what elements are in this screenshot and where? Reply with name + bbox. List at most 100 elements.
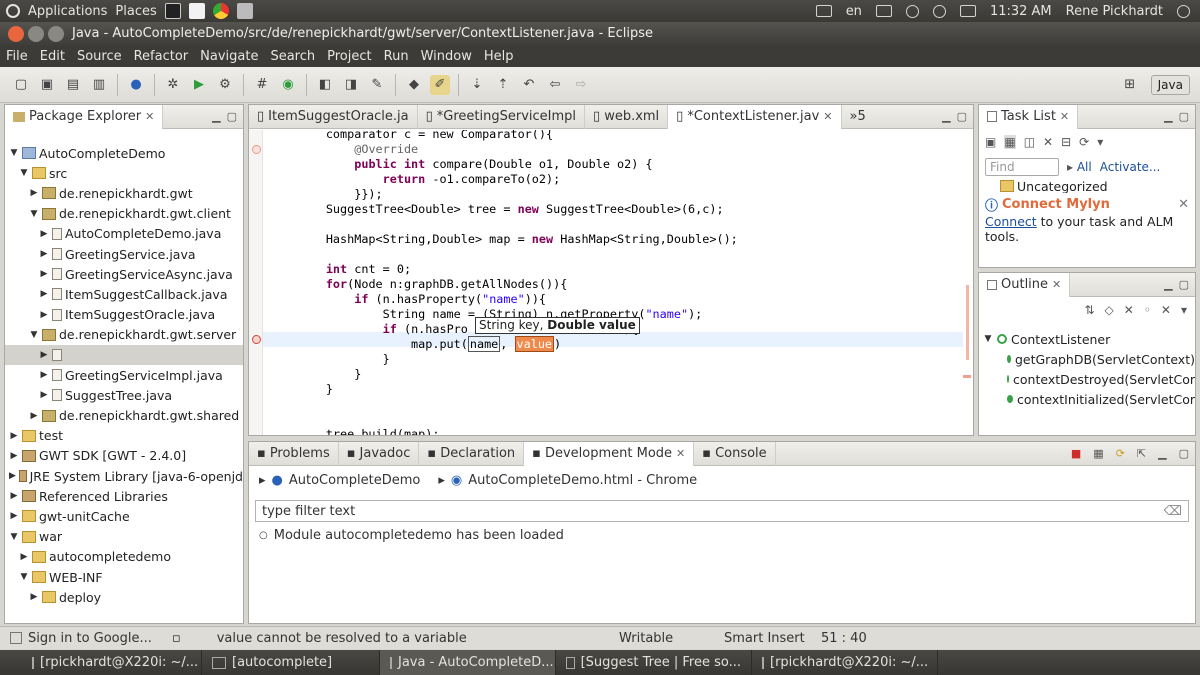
code-line[interactable]: }	[269, 382, 333, 397]
chrome-launcher-icon[interactable]	[212, 3, 229, 19]
expand-toggle-icon[interactable]: ▶	[29, 592, 39, 602]
tree-item[interactable]: ▼ WEB-INF	[5, 567, 243, 587]
code-line[interactable]: for(Node n:graphDB.getAllNodes()){	[269, 277, 568, 292]
expand-toggle-icon[interactable]: ▶	[19, 552, 29, 562]
tree-item[interactable]: ▼ de.renepickhardt.gwt.server	[5, 325, 243, 345]
expand-toggle-icon[interactable]: ▶	[39, 249, 49, 259]
annotation-icon[interactable]: ◆	[404, 75, 424, 95]
pin-icon[interactable]: ⇱	[1137, 447, 1146, 460]
code-line[interactable]: SuggestTree<Double> tree = new SuggestTr…	[269, 202, 724, 217]
minimize-view-icon[interactable]: ▁	[1164, 110, 1172, 123]
tree-item[interactable]: ▶ deploy	[5, 587, 243, 607]
expand-icon[interactable]: ▸	[259, 473, 266, 488]
tree-item[interactable]: ▶ de.renepickhardt.gwt.shared	[5, 405, 243, 425]
print-icon[interactable]: ▥	[89, 75, 109, 95]
expand-toggle-icon[interactable]: ▶	[39, 370, 49, 380]
code-line[interactable]: }});	[269, 187, 382, 202]
ubuntu-logo-icon[interactable]	[6, 4, 20, 18]
log-filter-input[interactable]: type filter text ⌫	[255, 500, 1189, 522]
window-titlebar[interactable]: Java - AutoCompleteDemo/src/de/renepickh…	[0, 22, 1200, 45]
maximize-view-icon[interactable]: ▢	[957, 110, 967, 123]
mark-occurrences-icon[interactable]: ✐	[430, 74, 450, 95]
code-line[interactable]: public int compare(Double o1, Double o2)…	[269, 157, 652, 172]
tree-item[interactable]: ▼ src	[5, 163, 243, 183]
tree-item[interactable]: ▶ test	[5, 426, 243, 446]
code-line[interactable]: map.put(name, value)	[269, 336, 561, 352]
view-menu-icon[interactable]: ▾	[1181, 303, 1187, 317]
minimize-window-button[interactable]	[28, 25, 44, 42]
forward-icon[interactable]: ⇨	[571, 75, 591, 95]
sync-icon[interactable]: ⟳	[1079, 135, 1089, 149]
user-menu[interactable]: Rene Pickhardt	[1066, 4, 1163, 19]
menu-search[interactable]: Search	[264, 49, 321, 64]
menu-project[interactable]: Project	[321, 49, 377, 64]
code-line[interactable]: @Override	[269, 142, 418, 157]
maximize-view-icon[interactable]: ▢	[1179, 110, 1189, 123]
code-line[interactable]: HashMap<String,Double> map = new HashMap…	[269, 232, 738, 247]
outline-class-row[interactable]: ▼ ContextListener	[979, 329, 1195, 349]
maximize-window-button[interactable]	[48, 25, 64, 42]
tree-item[interactable]: ▶ ContextListener.java	[5, 344, 243, 366]
expand-toggle-icon[interactable]: ▼	[29, 330, 39, 340]
hide-nonpublic-icon[interactable]: ◦	[1144, 303, 1151, 317]
maximize-view-icon[interactable]: ▢	[1179, 278, 1189, 291]
editor-tab-overflow[interactable]: »5	[842, 105, 874, 129]
tab-console[interactable]: ▪ Console	[694, 441, 776, 466]
tree-item[interactable]: ▼ AutoCompleteDemo	[5, 143, 243, 163]
all-filter-link[interactable]: ▸ All	[1067, 160, 1092, 174]
expand-toggle-icon[interactable]: ▼	[19, 168, 29, 178]
uncategorized-row[interactable]: Uncategorized	[979, 179, 1195, 193]
expand-toggle-icon[interactable]: ▶	[39, 289, 49, 299]
tab-declaration[interactable]: ▪ Declaration	[419, 441, 525, 466]
tree-item[interactable]: ▶ ItemSuggestOracle.java	[5, 305, 243, 325]
google-services-icon[interactable]: ●	[126, 75, 146, 95]
menu-navigate[interactable]: Navigate	[194, 49, 264, 64]
next-annotation-icon[interactable]: ⇣	[467, 75, 487, 95]
close-icon[interactable]: ✕	[676, 447, 685, 460]
back-icon[interactable]: ⇦	[545, 75, 565, 95]
hide-static-icon[interactable]: ✕	[1124, 303, 1134, 317]
crumb-project[interactable]: AutoCompleteDemo	[289, 473, 420, 488]
tree-item[interactable]: ▶ Referenced Libraries	[5, 486, 243, 506]
close-window-button[interactable]	[8, 25, 24, 42]
google-signin-link[interactable]: Sign in to Google...	[28, 631, 152, 646]
minimize-view-icon[interactable]: ▁	[212, 110, 220, 123]
tree-item[interactable]: ▶ ItemSuggestCallback.java	[5, 284, 243, 304]
expand-toggle-icon[interactable]: ▶	[9, 471, 16, 481]
expand-toggle-icon[interactable]: ▼	[9, 532, 19, 542]
debug-icon[interactable]: ✲	[163, 75, 183, 95]
collapse-all-icon[interactable]: ⊟	[1061, 135, 1071, 149]
open-perspective-icon[interactable]: ⊞	[1120, 75, 1140, 95]
code-line[interactable]: comparator c = new Comparator(){	[269, 130, 553, 142]
terminate-icon[interactable]: ■	[1071, 447, 1081, 460]
clear-filter-icon[interactable]: ⌫	[1164, 504, 1182, 519]
warning-marker-icon[interactable]	[252, 145, 261, 154]
external-tools-icon[interactable]: ⚙	[215, 75, 235, 95]
new-icon[interactable]: ▢	[11, 75, 31, 95]
expand-toggle-icon[interactable]: ▼	[19, 572, 29, 582]
tex-launcher-icon[interactable]	[188, 3, 205, 19]
applications-menu[interactable]: Applications	[28, 4, 107, 19]
hide-local-types-icon[interactable]: ✕	[1161, 303, 1171, 317]
bluetooth-icon[interactable]	[905, 4, 919, 18]
code-line[interactable]: tree.build(map);	[269, 427, 440, 435]
run-icon[interactable]: ▶	[189, 75, 209, 95]
menu-run[interactable]: Run	[378, 49, 415, 64]
open-folder-icon[interactable]: ◨	[341, 75, 361, 95]
activate-link[interactable]: Activate...	[1100, 160, 1161, 174]
power-icon[interactable]	[1177, 4, 1190, 18]
minimize-view-icon[interactable]: ▁	[942, 110, 950, 123]
tree-item[interactable]: ▶ GreetingServiceImpl.java	[5, 365, 243, 385]
keyboard-icon[interactable]	[815, 5, 832, 17]
tree-item[interactable]: ▶ GreetingService.java	[5, 244, 243, 264]
expand-toggle-icon[interactable]: ▶	[9, 431, 19, 441]
expand-toggle-icon[interactable]: ▶	[39, 269, 49, 279]
minimize-view-icon[interactable]: ▁	[1158, 447, 1166, 460]
last-edit-icon[interactable]: ↶	[519, 75, 539, 95]
hide-completed-icon[interactable]: ✕	[1043, 135, 1053, 149]
tree-item[interactable]: ▼ war	[5, 527, 243, 547]
tab-javadoc[interactable]: ▪ Javadoc	[339, 441, 420, 466]
menu-source[interactable]: Source	[71, 49, 128, 64]
new-class-icon[interactable]: ◉	[278, 75, 298, 95]
tab-package-explorer[interactable]: Package Explorer ✕	[5, 104, 164, 129]
